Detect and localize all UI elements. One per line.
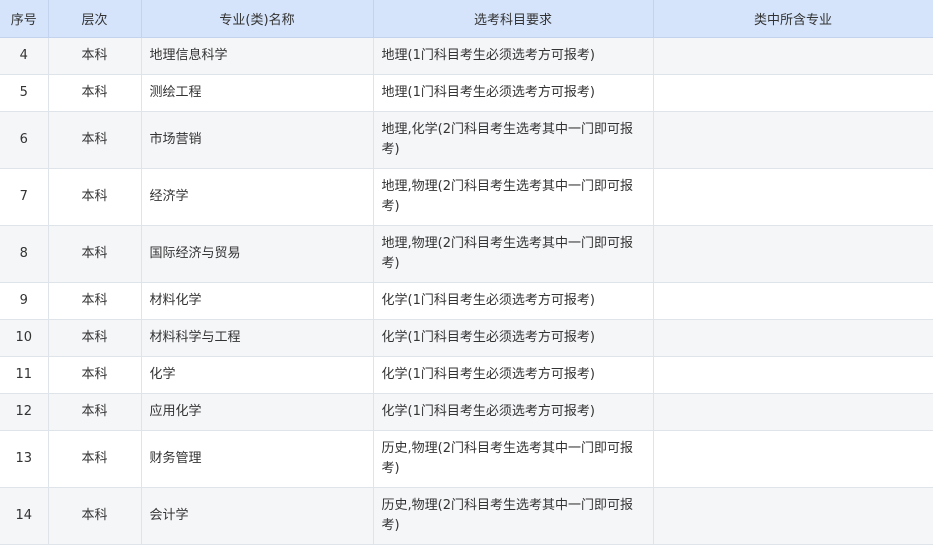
table-row: 4 本科 地理信息科学 地理(1门科目考生必须选考方可报考) [0, 37, 933, 75]
cell-subject-requirement: 化学(1门科目考生必须选考方可报考) [373, 393, 654, 431]
cell-major-name: 测绘工程 [141, 74, 374, 112]
cell-subject-requirement: 地理(1门科目考生必须选考方可报考) [373, 74, 654, 112]
cell-major-name: 市场营销 [141, 111, 374, 169]
header-row: 序号 层次 专业(类)名称 选考科目要求 类中所含专业 [0, 0, 933, 38]
cell-sub-majors [653, 168, 933, 226]
cell-no: 6 [0, 111, 49, 169]
cell-sub-majors [653, 356, 933, 394]
cell-level: 本科 [48, 430, 142, 488]
cell-level: 本科 [48, 37, 142, 75]
cell-no: 10 [0, 319, 49, 357]
cell-level: 本科 [48, 168, 142, 226]
cell-subject-requirement: 化学(1门科目考生必须选考方可报考) [373, 356, 654, 394]
cell-sub-majors [653, 74, 933, 112]
cell-subject-requirement: 历史,物理(2门科目考生选考其中一门即可报考) [373, 430, 654, 488]
cell-major-name: 会计学 [141, 487, 374, 545]
header-no: 序号 [0, 0, 49, 38]
table-row: 12 本科 应用化学 化学(1门科目考生必须选考方可报考) [0, 393, 933, 431]
cell-sub-majors [653, 319, 933, 357]
table-row: 14 本科 会计学 历史,物理(2门科目考生选考其中一门即可报考) [0, 487, 933, 545]
cell-level: 本科 [48, 319, 142, 357]
cell-level: 本科 [48, 225, 142, 283]
cell-major-name: 应用化学 [141, 393, 374, 431]
cell-sub-majors [653, 487, 933, 545]
cell-sub-majors [653, 393, 933, 431]
table-header: 序号 层次 专业(类)名称 选考科目要求 类中所含专业 [0, 0, 933, 38]
cell-no: 5 [0, 74, 49, 112]
cell-sub-majors [653, 430, 933, 488]
cell-subject-requirement: 化学(1门科目考生必须选考方可报考) [373, 319, 654, 357]
header-subject-requirement: 选考科目要求 [373, 0, 654, 38]
cell-level: 本科 [48, 111, 142, 169]
majors-table: 序号 层次 专业(类)名称 选考科目要求 类中所含专业 4 本科 地理信息科学 … [0, 0, 933, 545]
cell-major-name: 财务管理 [141, 430, 374, 488]
cell-sub-majors [653, 225, 933, 283]
table-row: 7 本科 经济学 地理,物理(2门科目考生选考其中一门即可报考) [0, 168, 933, 226]
table-row: 9 本科 材料化学 化学(1门科目考生必须选考方可报考) [0, 282, 933, 320]
cell-major-name: 经济学 [141, 168, 374, 226]
cell-sub-majors [653, 37, 933, 75]
cell-subject-requirement: 化学(1门科目考生必须选考方可报考) [373, 282, 654, 320]
cell-subject-requirement: 地理,物理(2门科目考生选考其中一门即可报考) [373, 225, 654, 283]
table-row: 5 本科 测绘工程 地理(1门科目考生必须选考方可报考) [0, 74, 933, 112]
header-sub-majors: 类中所含专业 [653, 0, 933, 38]
table-row: 11 本科 化学 化学(1门科目考生必须选考方可报考) [0, 356, 933, 394]
table-row: 13 本科 财务管理 历史,物理(2门科目考生选考其中一门即可报考) [0, 430, 933, 488]
cell-level: 本科 [48, 282, 142, 320]
cell-sub-majors [653, 282, 933, 320]
cell-major-name: 材料化学 [141, 282, 374, 320]
table-row: 6 本科 市场营销 地理,化学(2门科目考生选考其中一门即可报考) [0, 111, 933, 169]
table-row: 8 本科 国际经济与贸易 地理,物理(2门科目考生选考其中一门即可报考) [0, 225, 933, 283]
cell-no: 9 [0, 282, 49, 320]
cell-subject-requirement: 地理,物理(2门科目考生选考其中一门即可报考) [373, 168, 654, 226]
cell-major-name: 材料科学与工程 [141, 319, 374, 357]
cell-level: 本科 [48, 487, 142, 545]
cell-level: 本科 [48, 393, 142, 431]
header-level: 层次 [48, 0, 142, 38]
cell-subject-requirement: 地理(1门科目考生必须选考方可报考) [373, 37, 654, 75]
cell-subject-requirement: 历史,物理(2门科目考生选考其中一门即可报考) [373, 487, 654, 545]
cell-no: 7 [0, 168, 49, 226]
cell-no: 8 [0, 225, 49, 283]
header-major-name: 专业(类)名称 [141, 0, 374, 38]
cell-level: 本科 [48, 74, 142, 112]
cell-major-name: 地理信息科学 [141, 37, 374, 75]
cell-no: 4 [0, 37, 49, 75]
table-row: 10 本科 材料科学与工程 化学(1门科目考生必须选考方可报考) [0, 319, 933, 357]
cell-no: 14 [0, 487, 49, 545]
cell-no: 12 [0, 393, 49, 431]
cell-no: 13 [0, 430, 49, 488]
cell-subject-requirement: 地理,化学(2门科目考生选考其中一门即可报考) [373, 111, 654, 169]
cell-no: 11 [0, 356, 49, 394]
cell-major-name: 国际经济与贸易 [141, 225, 374, 283]
cell-major-name: 化学 [141, 356, 374, 394]
table-body: 4 本科 地理信息科学 地理(1门科目考生必须选考方可报考) 5 本科 测绘工程… [0, 37, 933, 545]
cell-sub-majors [653, 111, 933, 169]
cell-level: 本科 [48, 356, 142, 394]
